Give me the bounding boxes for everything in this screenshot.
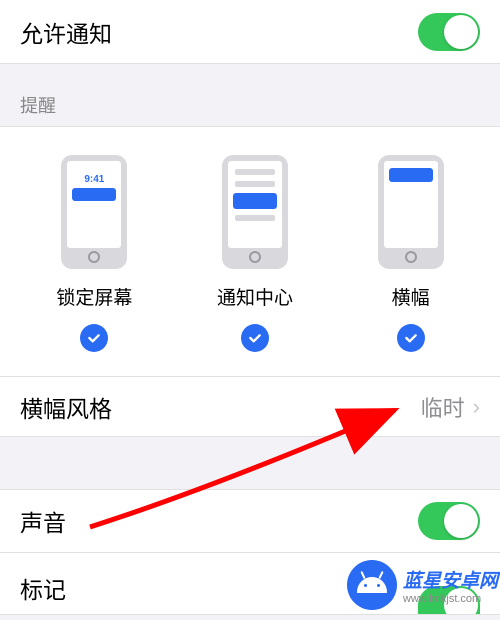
watermark-url: www.lmkjst.com xyxy=(403,593,498,605)
allow-notifications-row[interactable]: 允许通知 xyxy=(0,0,500,64)
allow-notifications-toggle[interactable] xyxy=(418,13,480,51)
checkmark-icon xyxy=(397,324,425,352)
lockscreen-preview-icon: 9:41 xyxy=(61,155,127,269)
alert-option-lockscreen[interactable]: 9:41 锁定屏幕 xyxy=(56,155,132,352)
alert-option-notification-center[interactable]: 通知中心 xyxy=(217,155,293,352)
banner-style-value: 临时 xyxy=(421,391,465,423)
sound-label: 声音 xyxy=(20,504,66,538)
alert-options-container: 9:41 锁定屏幕 通知中心 xyxy=(0,126,500,377)
alert-option-banner[interactable]: 横幅 xyxy=(378,155,444,352)
checkmark-icon xyxy=(241,324,269,352)
watermark-title: 蓝星安卓网 xyxy=(403,566,498,593)
alerts-section-header: 提醒 xyxy=(0,64,500,126)
sound-row[interactable]: 声音 xyxy=(0,489,500,553)
badge-label: 标记 xyxy=(20,571,66,605)
banner-style-label: 横幅风格 xyxy=(20,390,112,424)
notification-center-preview-icon xyxy=(222,155,288,269)
alert-option-notification-center-label: 通知中心 xyxy=(217,283,293,310)
lockscreen-time: 9:41 xyxy=(84,174,104,185)
alert-option-lockscreen-label: 锁定屏幕 xyxy=(56,283,132,310)
banner-style-row[interactable]: 横幅风格 临时 › xyxy=(0,377,500,437)
android-logo-icon xyxy=(347,560,397,610)
chevron-right-icon: › xyxy=(473,394,480,420)
alert-option-banner-label: 横幅 xyxy=(392,283,430,310)
checkmark-icon xyxy=(80,324,108,352)
banner-preview-icon xyxy=(378,155,444,269)
allow-notifications-label: 允许通知 xyxy=(20,15,112,49)
watermark: 蓝星安卓网 www.lmkjst.com xyxy=(347,560,498,610)
sound-toggle[interactable] xyxy=(418,502,480,540)
